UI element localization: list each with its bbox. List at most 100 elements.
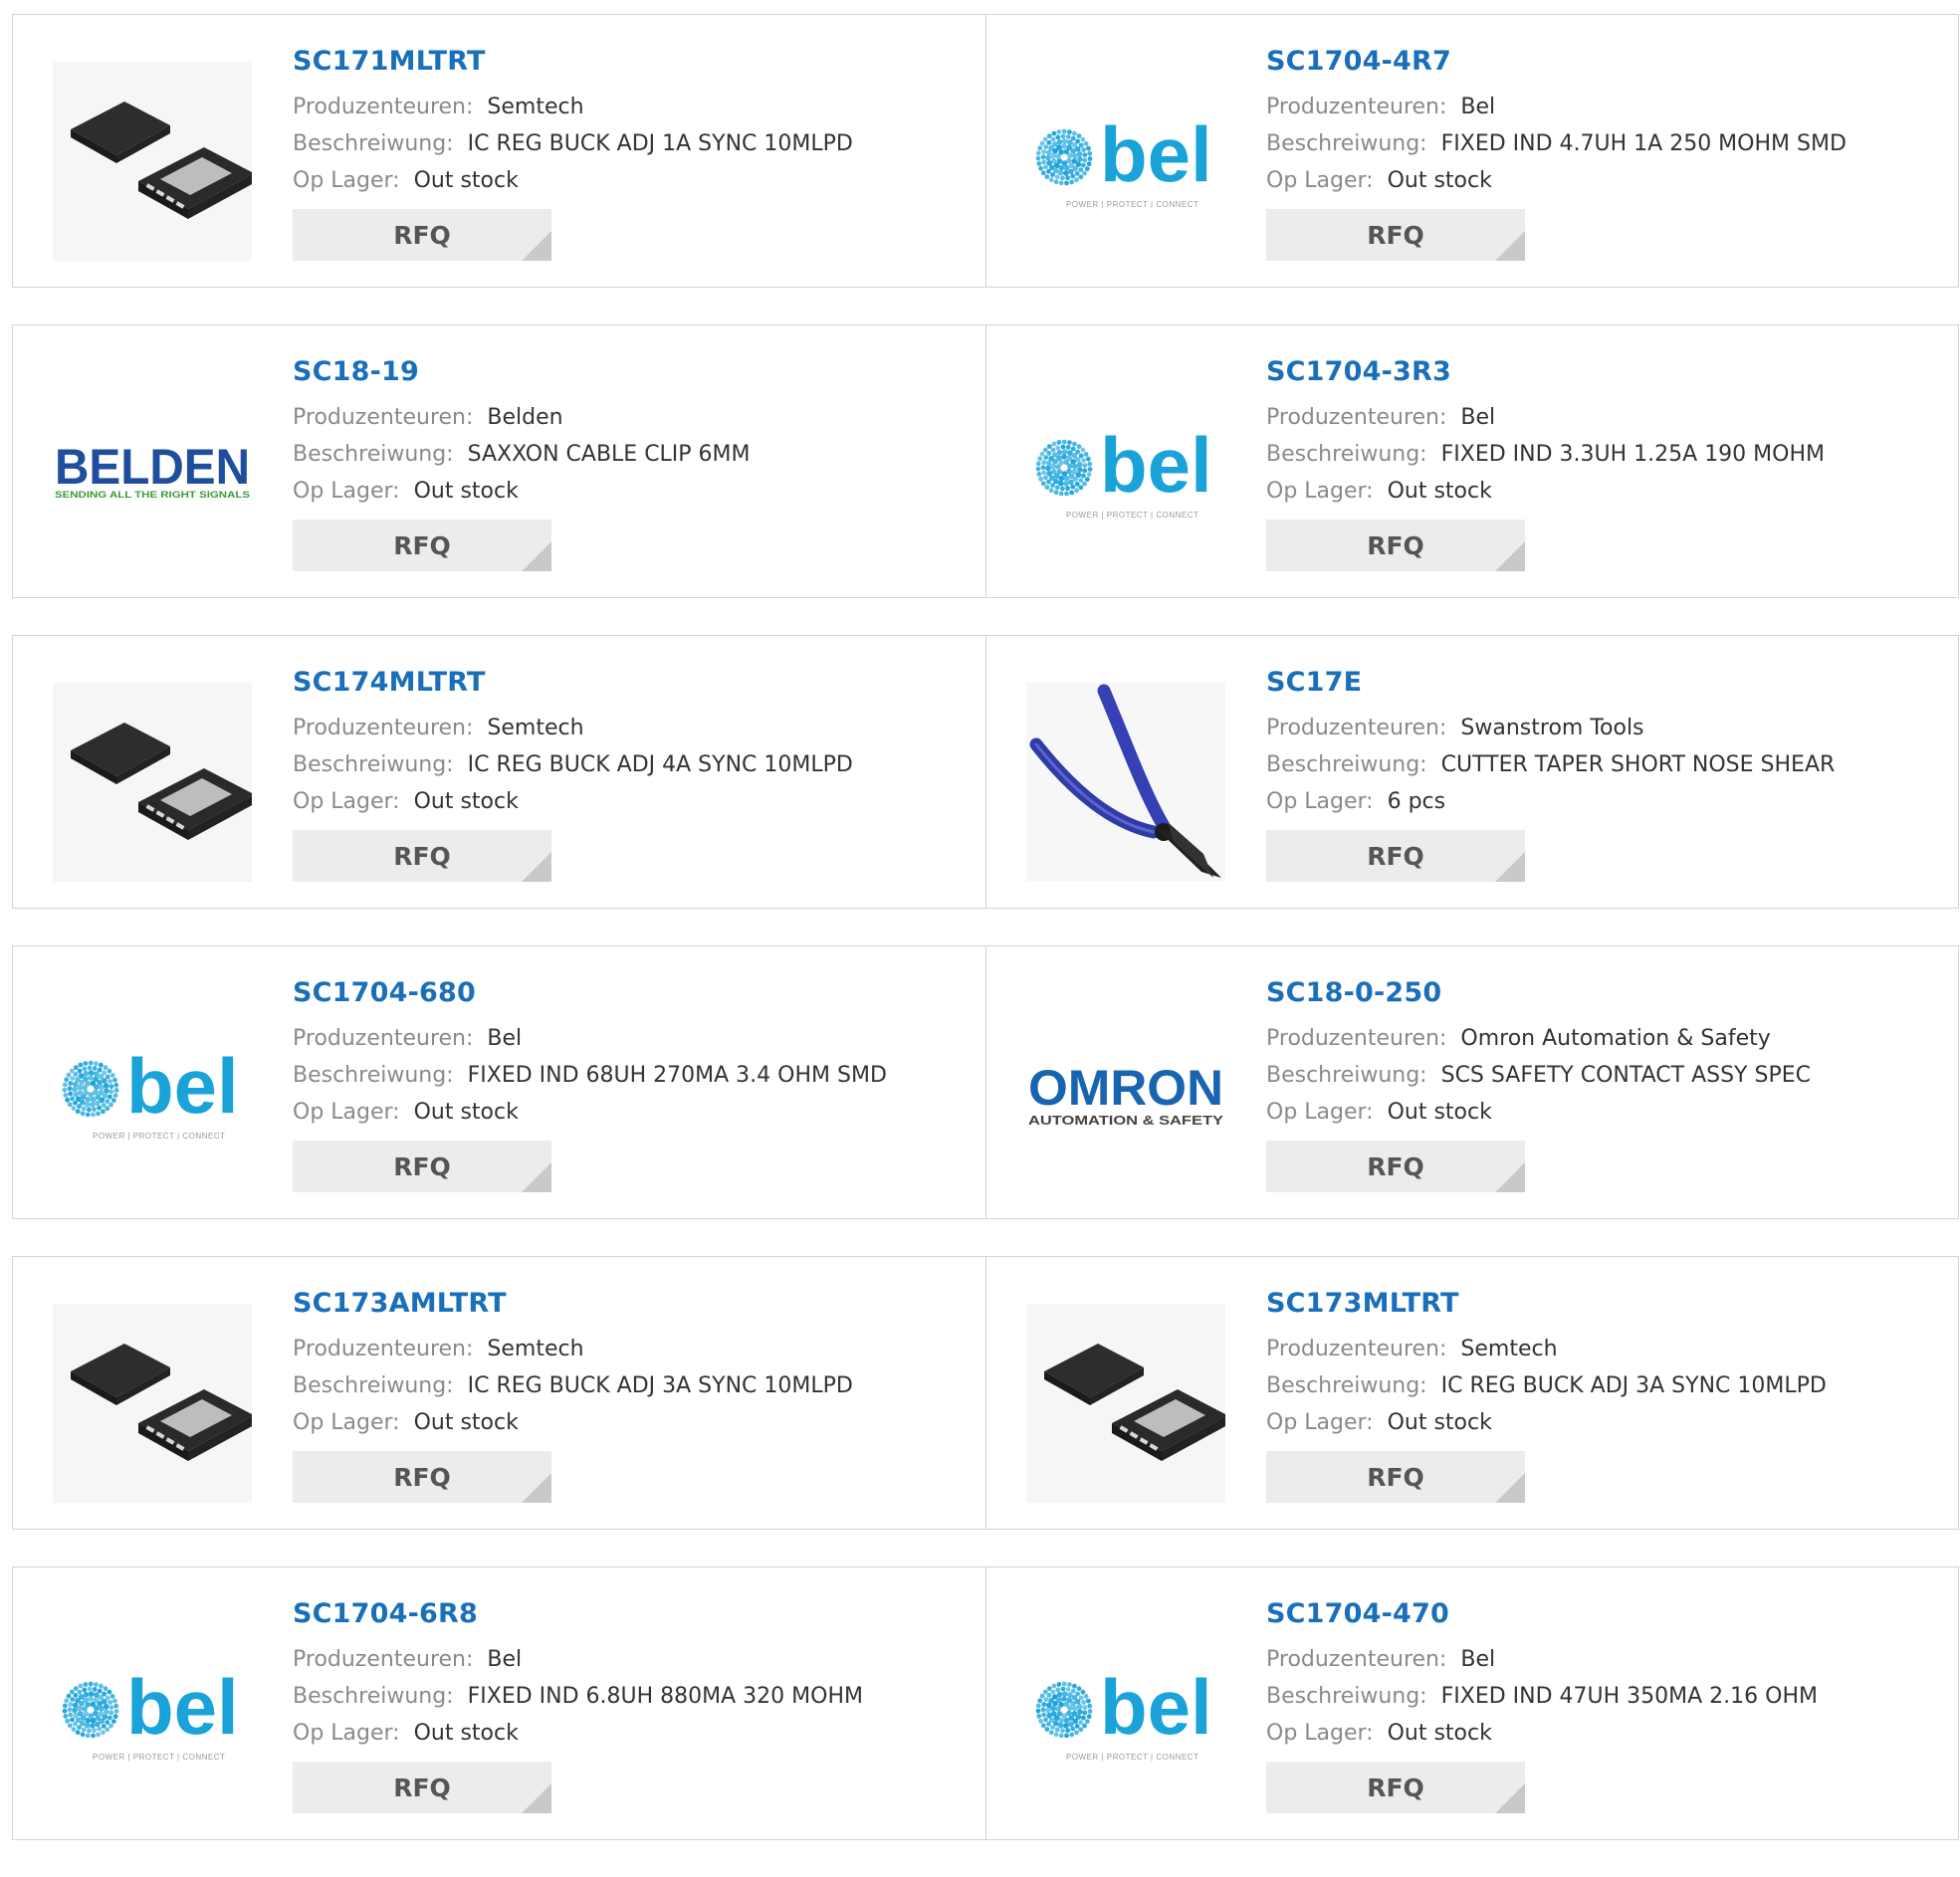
corner-triangle-icon <box>522 1162 551 1192</box>
description-label: Beschreiwung: <box>293 1373 454 1398</box>
rfq-button[interactable]: RFQ <box>293 209 551 261</box>
manufacturer-value: Semtech <box>1460 1337 1557 1361</box>
product-info: SC174MLTRT Produzenteuren: Semtech Beschrei… <box>293 666 976 882</box>
stock-value: Out stock <box>1388 168 1492 193</box>
rfq-button[interactable]: RFQ <box>293 1762 551 1813</box>
product-image-omron-logo[interactable]: OMRON AUTOMATION & SAFETY <box>1024 991 1226 1193</box>
part-number-link[interactable]: SC173AMLTRT <box>293 1287 976 1321</box>
svg-text:AUTOMATION & SAFETY: AUTOMATION & SAFETY <box>1028 1113 1223 1128</box>
product-info: SC18-19 Produzenteuren: Belden Beschreiwung… <box>293 355 976 571</box>
svg-text:OMRON: OMRON <box>1028 1060 1223 1116</box>
rfq-label: RFQ <box>393 531 451 560</box>
product-info: SC1704-6R8 Produzenteuren: Bel Beschreiwung… <box>293 1597 976 1813</box>
product-card: SC173MLTRT Produzenteuren: Semtech Beschrei… <box>985 1257 1958 1529</box>
stock-label: Op Lager: <box>1266 1410 1374 1435</box>
stock-value: Out stock <box>414 1100 519 1125</box>
product-info: SC173AMLTRT Produzenteuren: Semtech Beschre… <box>293 1287 976 1503</box>
rfq-button[interactable]: RFQ <box>293 520 551 571</box>
part-number-link[interactable]: SC1704-4R7 <box>1266 45 1948 79</box>
manufacturer-label: Produzenteuren: <box>293 1647 473 1672</box>
description-value: IC REG BUCK ADJ 1A SYNC 10MLPD <box>468 131 853 156</box>
stock-label: Op Lager: <box>293 168 400 193</box>
product-row: SC173AMLTRT Produzenteuren: Semtech Beschre… <box>12 1256 1959 1530</box>
rfq-label: RFQ <box>1367 1463 1424 1492</box>
description-line: Beschreiwung: SCS SAFETY CONTACT ASSY SPE… <box>1266 1057 1948 1094</box>
description-line: Beschreiwung: FIXED IND 47UH 350MA 2.16 O… <box>1266 1678 1948 1715</box>
stock-line: Op Lager: Out stock <box>1266 473 1948 510</box>
description-label: Beschreiwung: <box>293 1063 454 1088</box>
product-image-chip-icon[interactable] <box>51 60 253 262</box>
manufacturer-value: Bel <box>1460 95 1495 119</box>
svg-text:POWER | PROTECT | CONNECT: POWER | PROTECT | CONNECT <box>1066 511 1198 520</box>
rfq-label: RFQ <box>1367 531 1424 560</box>
manufacturer-label: Produzenteuren: <box>1266 716 1446 740</box>
product-image-bel-logo[interactable]: bel POWER | PROTECT | CONNECT <box>51 991 253 1193</box>
part-number-link[interactable]: SC1704-6R8 <box>293 1597 976 1631</box>
part-number-link[interactable]: SC173MLTRT <box>1266 1287 1948 1321</box>
part-number-link[interactable]: SC18-19 <box>293 355 976 389</box>
svg-text:BELDEN: BELDEN <box>55 439 250 495</box>
rfq-button[interactable]: RFQ <box>1266 520 1525 571</box>
manufacturer-label: Produzenteuren: <box>1266 1026 1446 1051</box>
manufacturer-value: Belden <box>487 405 562 430</box>
product-image-bel-logo[interactable]: bel POWER | PROTECT | CONNECT <box>1024 370 1226 572</box>
svg-text:POWER | PROTECT | CONNECT: POWER | PROTECT | CONNECT <box>93 1753 225 1762</box>
product-image-belden-logo[interactable]: BELDEN SENDING ALL THE RIGHT SIGNALS <box>51 370 253 572</box>
part-number-link[interactable]: SC171MLTRT <box>293 45 976 79</box>
product-card: OMRON AUTOMATION & SAFETY SC18-0-250 Produz… <box>985 946 1958 1218</box>
rfq-button[interactable]: RFQ <box>1266 1762 1525 1813</box>
product-image-chip-icon[interactable] <box>51 1302 253 1504</box>
part-number-link[interactable]: SC18-0-250 <box>1266 976 1948 1010</box>
corner-triangle-icon <box>522 852 551 882</box>
stock-line: Op Lager: Out stock <box>293 1715 976 1752</box>
product-info: SC173MLTRT Produzenteuren: Semtech Beschrei… <box>1266 1287 1948 1503</box>
manufacturer-line: Produzenteuren: Bel <box>293 1641 976 1678</box>
manufacturer-value: Semtech <box>487 95 583 119</box>
stock-value: Out stock <box>1388 479 1492 504</box>
manufacturer-label: Produzenteuren: <box>293 1026 473 1051</box>
manufacturer-line: Produzenteuren: Semtech <box>293 710 976 746</box>
product-card: bel POWER | PROTECT | CONNECT SC1704-680 Pr… <box>13 946 985 1218</box>
product-card: BELDEN SENDING ALL THE RIGHT SIGNALS SC18-… <box>13 325 985 597</box>
part-number-link[interactable]: SC1704-3R3 <box>1266 355 1948 389</box>
rfq-button[interactable]: RFQ <box>293 1451 551 1503</box>
product-row: bel POWER | PROTECT | CONNECT SC1704-680 Pr… <box>12 945 1959 1219</box>
part-number-link[interactable]: SC17E <box>1266 666 1948 700</box>
product-image-bel-logo[interactable]: bel POWER | PROTECT | CONNECT <box>1024 1612 1226 1814</box>
manufacturer-label: Produzenteuren: <box>1266 95 1446 119</box>
rfq-button[interactable]: RFQ <box>293 1141 551 1192</box>
bel-logo-text: bel <box>1100 421 1212 509</box>
rfq-button[interactable]: RFQ <box>1266 209 1525 261</box>
product-image-chip-icon[interactable] <box>1024 1302 1226 1504</box>
description-line: Beschreiwung: FIXED IND 3.3UH 1.25A 190 M… <box>1266 436 1948 473</box>
stock-label: Op Lager: <box>1266 1721 1374 1746</box>
rfq-button[interactable]: RFQ <box>1266 1451 1525 1503</box>
product-image-bel-logo[interactable]: bel POWER | PROTECT | CONNECT <box>51 1612 253 1814</box>
product-image-chip-icon[interactable] <box>51 681 253 883</box>
rfq-button[interactable]: RFQ <box>1266 1141 1525 1192</box>
description-label: Beschreiwung: <box>1266 752 1427 777</box>
stock-value: Out stock <box>414 789 519 814</box>
stock-line: Op Lager: Out stock <box>293 1094 976 1131</box>
product-row: SC174MLTRT Produzenteuren: Semtech Beschrei… <box>12 635 1959 909</box>
product-card: bel POWER | PROTECT | CONNECT SC1704-4R7 Pr… <box>985 15 1958 287</box>
part-number-link[interactable]: SC174MLTRT <box>293 666 976 700</box>
product-grid: SC171MLTRT Produzenteuren: Semtech Beschrei… <box>12 14 1959 1877</box>
manufacturer-line: Produzenteuren: Omron Automation & Safety <box>1266 1020 1948 1057</box>
product-image-cutter-icon[interactable] <box>1024 681 1226 883</box>
rfq-label: RFQ <box>393 842 451 871</box>
rfq-button[interactable]: RFQ <box>1266 830 1525 882</box>
product-row: SC171MLTRT Produzenteuren: Semtech Beschrei… <box>12 14 1959 288</box>
stock-line: Op Lager: Out stock <box>1266 1715 1948 1752</box>
part-number-link[interactable]: SC1704-470 <box>1266 1597 1948 1631</box>
manufacturer-value: Bel <box>1460 405 1495 430</box>
manufacturer-label: Produzenteuren: <box>1266 1337 1446 1361</box>
manufacturer-line: Produzenteuren: Semtech <box>293 89 976 125</box>
product-image-bel-logo[interactable]: bel POWER | PROTECT | CONNECT <box>1024 60 1226 262</box>
description-label: Beschreiwung: <box>293 442 454 467</box>
part-number-link[interactable]: SC1704-680 <box>293 976 976 1010</box>
stock-label: Op Lager: <box>293 1721 400 1746</box>
manufacturer-line: Produzenteuren: Semtech <box>1266 1331 1948 1367</box>
description-value: IC REG BUCK ADJ 3A SYNC 10MLPD <box>1441 1373 1827 1398</box>
rfq-button[interactable]: RFQ <box>293 830 551 882</box>
